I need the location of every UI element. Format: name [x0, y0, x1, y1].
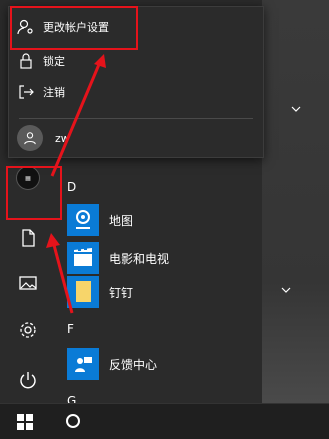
- user-avatar-icon: ▦: [16, 166, 40, 190]
- app-label: 电影和电视: [109, 251, 170, 266]
- feedback-hub-icon: [67, 348, 99, 380]
- chevron-down-icon[interactable]: [281, 285, 291, 295]
- windows-logo-icon: [17, 413, 33, 430]
- section-letter-f[interactable]: F: [67, 322, 74, 336]
- menu-item-label: 锁定: [43, 55, 65, 68]
- user-name: zw: [55, 131, 70, 145]
- app-item-dingtalk[interactable]: 钉钉: [67, 276, 307, 308]
- power-button[interactable]: [10, 362, 46, 398]
- maps-icon: [67, 204, 99, 236]
- app-item-movies-tv[interactable]: 电影和电视: [67, 242, 307, 274]
- current-user-item[interactable]: zw: [17, 123, 70, 153]
- power-icon: [20, 372, 36, 389]
- app-label: 钉钉: [109, 285, 134, 300]
- change-account-settings-item[interactable]: 更改帐户设置: [9, 13, 263, 41]
- cortana-search-icon[interactable]: [66, 414, 80, 428]
- user-settings-icon: [17, 19, 33, 35]
- document-icon: [22, 229, 35, 247]
- app-item-feedback-hub[interactable]: 反馈中心: [67, 348, 307, 380]
- app-item-maps[interactable]: 地图: [67, 204, 307, 236]
- menu-item-label: 更改帐户设置: [43, 21, 109, 34]
- start-left-rail: ▦: [0, 150, 55, 403]
- app-label: 地图: [109, 213, 134, 228]
- movies-tv-icon: [67, 242, 99, 274]
- app-label: 反馈中心: [109, 357, 158, 372]
- default-user-avatar-icon: [17, 125, 43, 151]
- pictures-button[interactable]: [10, 265, 46, 301]
- settings-button[interactable]: [10, 312, 46, 348]
- documents-button[interactable]: [10, 220, 46, 256]
- sign-out-icon: [19, 85, 34, 99]
- lock-icon: [20, 53, 32, 69]
- app-list: D 地图 电影和电视 钉钉 F 反馈中心 G: [55, 160, 317, 408]
- start-button[interactable]: [0, 404, 50, 439]
- account-menu: 更改帐户设置 锁定 注销 zw: [8, 6, 264, 158]
- menu-divider: [19, 118, 253, 119]
- account-avatar-button[interactable]: ▦: [10, 160, 46, 196]
- settings-gear-icon: [20, 322, 36, 338]
- pictures-icon: [19, 276, 37, 290]
- sign-out-item[interactable]: 注销: [9, 78, 263, 106]
- section-letter-d[interactable]: D: [67, 180, 76, 194]
- menu-item-label: 注销: [43, 86, 65, 99]
- lock-item[interactable]: 锁定: [9, 47, 263, 75]
- chevron-down-icon[interactable]: [291, 104, 301, 114]
- taskbar: [0, 403, 329, 439]
- dingtalk-icon: [67, 276, 99, 308]
